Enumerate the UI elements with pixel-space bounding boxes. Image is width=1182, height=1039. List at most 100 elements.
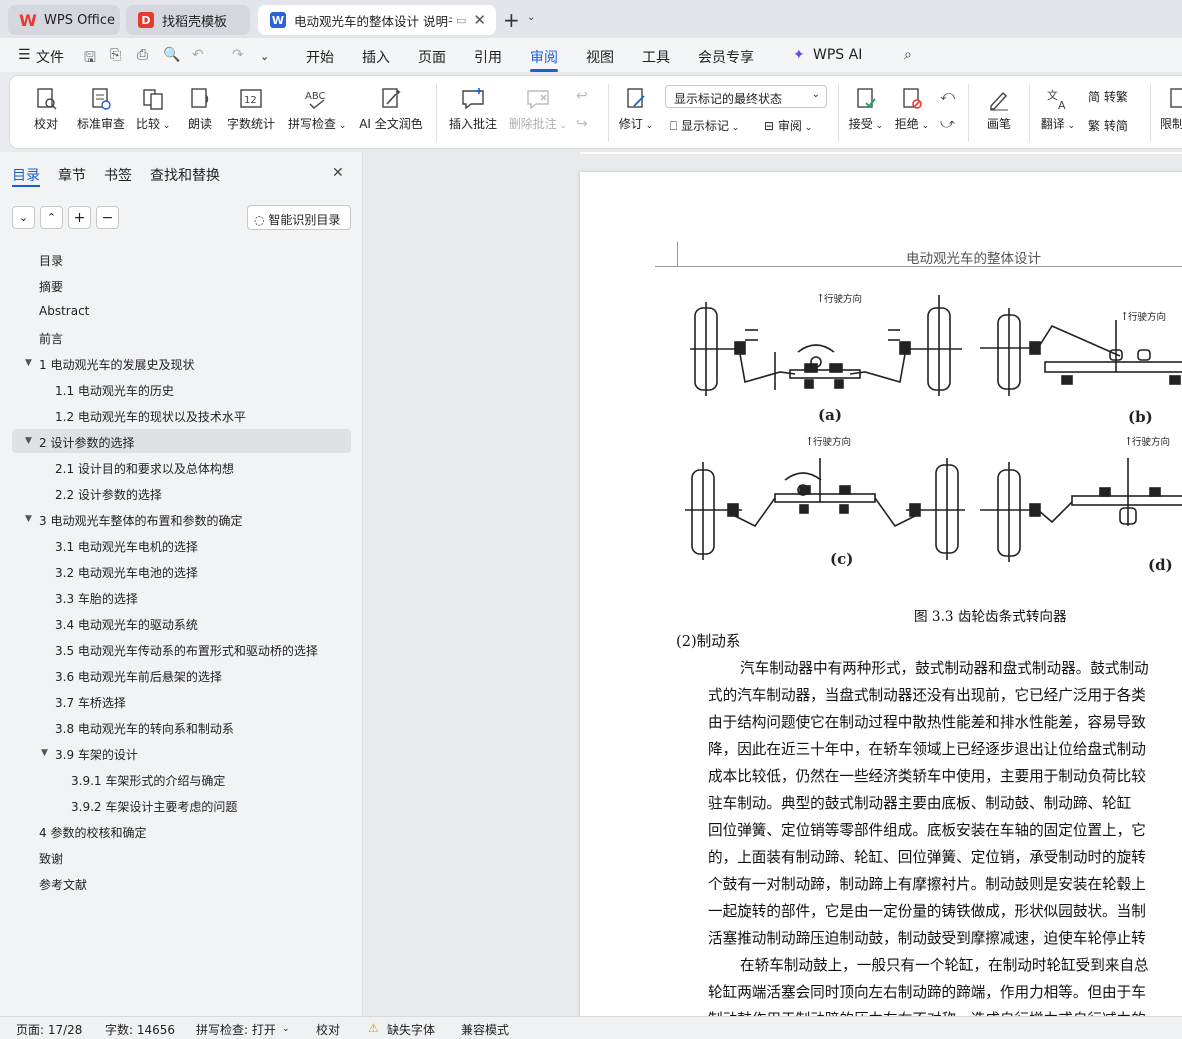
toc-item[interactable]: 参考文献	[0, 871, 363, 895]
menu-view[interactable]: 视图	[586, 47, 614, 67]
next-comment-icon[interactable]: ↪	[576, 116, 588, 132]
to-traditional-button[interactable]: 简 转繁	[1088, 88, 1128, 105]
menu-member[interactable]: 会员专享	[698, 47, 754, 67]
chevron-down-icon[interactable]: ⌄	[527, 12, 535, 23]
collapse-up-button[interactable]: ⌃	[40, 206, 63, 229]
wps-ai-icon[interactable]: ✦	[793, 47, 805, 63]
toc-item[interactable]: ▼ 3 电动观光车整体的布置和参数的确定	[0, 507, 363, 531]
toc-item[interactable]: ▼ 2 设计参数的选择	[12, 429, 351, 453]
tab-wps-office[interactable]: W WPS Office	[8, 5, 120, 35]
tab-chapter[interactable]: 章节	[58, 165, 86, 185]
toc-item[interactable]: 前言	[0, 325, 363, 349]
redo-icon[interactable]: ↷	[232, 47, 244, 63]
word-count-indicator[interactable]: 字数: 14656	[105, 1021, 175, 1038]
smart-toc-icon: ◌	[254, 213, 265, 227]
export-icon[interactable]: ⎘	[110, 47, 121, 63]
proofread-button[interactable]: 校对	[32, 86, 60, 132]
toc-item[interactable]: 3.5 电动观光车传动系的布置形式和驱动桥的选择	[0, 637, 363, 661]
menu-start[interactable]: 开始	[306, 47, 334, 67]
undo-icon[interactable]: ↶	[192, 47, 204, 63]
toc-item[interactable]: 2.1 设计目的和要求以及总体构想	[0, 455, 363, 479]
markup-state-select[interactable]: 显示标记的最终状态 ⌄	[665, 85, 827, 108]
ribbon-separator	[838, 84, 839, 142]
toc-item[interactable]: 3.2 电动观光车电池的选择	[0, 559, 363, 583]
toc-item[interactable]: 3.1 电动观光车电机的选择	[0, 533, 363, 557]
menu-reference[interactable]: 引用	[474, 47, 502, 67]
toc-item[interactable]: 3.3 车胎的选择	[0, 585, 363, 609]
word-count-button[interactable]: 12 字数统计	[226, 86, 276, 132]
translate-button[interactable]: 文A 翻译 ⌄	[1040, 86, 1076, 132]
review-pane-button[interactable]: ⊟ 审阅 ⌄	[764, 117, 812, 134]
new-tab-icon[interactable]: +	[503, 8, 520, 32]
menu-page[interactable]: 页面	[418, 47, 446, 67]
save-icon[interactable]: 🖫	[84, 47, 96, 71]
standard-review-button[interactable]: 标准审查	[76, 86, 126, 132]
tab-bookmark[interactable]: 书签	[104, 165, 132, 185]
toc-item[interactable]: 3.9.2 车架设计主要考虑的问题	[0, 793, 363, 817]
insert-comment-button[interactable]: 插入批注	[448, 86, 498, 132]
pen-icon	[986, 86, 1012, 112]
tab-docer-template[interactable]: D 找稻壳模板	[126, 5, 250, 35]
expand-down-button[interactable]: ⌄	[12, 206, 35, 229]
previous-change-icon[interactable]: ⤺	[940, 88, 955, 104]
menu-insert[interactable]: 插入	[362, 47, 390, 67]
reject-button[interactable]: 拒绝 ⌄	[894, 86, 930, 132]
toc-item[interactable]: 2.2 设计参数的选择	[0, 481, 363, 505]
spell-check-status[interactable]: 拼写检查: 打开	[196, 1021, 276, 1038]
add-heading-button[interactable]: +	[68, 206, 91, 229]
tab-document[interactable]: W 电动观光车的整体设计 说明书 ▭ ✕	[258, 5, 496, 35]
toc-item[interactable]: 致谢	[0, 845, 363, 869]
expand-arrow-icon[interactable]: ▼	[25, 436, 32, 446]
smart-toc-button[interactable]: ◌ 智能识别目录	[247, 205, 351, 230]
spell-check-button[interactable]: ABC 拼写检查 ⌄	[288, 86, 346, 132]
previous-comment-icon[interactable]: ↩	[576, 88, 588, 104]
menu-tools[interactable]: 工具	[642, 47, 670, 67]
tab-find-replace[interactable]: 查找和替换	[150, 165, 220, 185]
close-tab-icon[interactable]: ✕	[473, 11, 486, 29]
toc-item[interactable]: 3.4 电动观光车的驱动系统	[0, 611, 363, 635]
menu-review[interactable]: 审阅	[530, 47, 558, 67]
missing-font-status[interactable]: 缺失字体	[387, 1021, 435, 1038]
toc-item[interactable]: Abstract	[0, 299, 363, 323]
menu-wps-ai[interactable]: WPS AI	[813, 47, 862, 63]
track-changes-button[interactable]: 修订 ⌄	[618, 86, 654, 132]
show-markup-button[interactable]: ⎕ 显示标记 ⌄	[670, 117, 739, 134]
print-preview-icon[interactable]: 🔍	[163, 47, 180, 63]
expand-arrow-icon[interactable]: ▼	[41, 748, 48, 758]
toc-item[interactable]: ▼ 3.9 车架的设计	[0, 741, 363, 765]
pen-button[interactable]: 画笔	[984, 86, 1014, 132]
close-pane-icon[interactable]: ✕	[332, 165, 344, 181]
expand-arrow-icon[interactable]: ▼	[25, 358, 32, 368]
print-icon[interactable]: ⎙	[137, 47, 148, 63]
toc-item[interactable]: 4 参数的校核和确定	[0, 819, 363, 843]
delete-comment-button[interactable]: 删除批注 ⌄	[508, 86, 568, 132]
to-simplified-button[interactable]: 繁 转简	[1088, 117, 1128, 134]
toc-item[interactable]: 3.9.1 车架形式的介绍与确定	[0, 767, 363, 791]
menu-file[interactable]: 文件	[36, 47, 64, 67]
proofread-status[interactable]: 校对	[316, 1021, 340, 1038]
next-change-icon[interactable]: ⤻	[940, 116, 955, 132]
toc-item[interactable]: 3.6 电动观光车前后悬架的选择	[0, 663, 363, 687]
toc-item[interactable]: ▼ 1 电动观光车的发展史及现状	[0, 351, 363, 375]
toc-item[interactable]: 1.2 电动观光车的现状以及技术水平	[0, 403, 363, 427]
hamburger-icon[interactable]: ☰	[18, 47, 31, 63]
page-indicator[interactable]: 页面: 17/28	[16, 1021, 82, 1038]
remove-heading-button[interactable]: −	[96, 206, 119, 229]
search-icon[interactable]: ⌕	[904, 47, 912, 63]
accept-button[interactable]: 接受 ⌄	[848, 86, 884, 132]
ai-polish-button[interactable]: ✦ AI 全文润色	[358, 86, 424, 132]
expand-arrow-icon[interactable]: ▼	[25, 514, 32, 524]
toc-item[interactable]: 3.8 电动观光车的转向系和制动系	[0, 715, 363, 739]
restrict-button[interactable]: 限制	[1160, 86, 1182, 132]
more-chevron-icon[interactable]: ⌄	[260, 50, 269, 63]
toc-item[interactable]: 1.1 电动观光车的历史	[0, 377, 363, 401]
toc-item[interactable]: 摘要	[0, 273, 363, 297]
read-aloud-button[interactable]: 朗读	[186, 86, 214, 132]
tab-toc[interactable]: 目录	[12, 165, 40, 185]
toc-item[interactable]: 3.7 车桥选择	[0, 689, 363, 713]
document-area[interactable]: 电动观光车的整体设计 ↑ 行驶方向 ↑ 行驶方向 ↑ 行驶方向 ↑ 行驶方向 (…	[364, 152, 1182, 1016]
document-page[interactable]: 电动观光车的整体设计 ↑ 行驶方向 ↑ 行驶方向 ↑ 行驶方向 ↑ 行驶方向 (…	[580, 172, 1182, 1016]
toc-item[interactable]: 目录	[0, 247, 363, 271]
read-aloud-icon	[187, 86, 213, 112]
compare-button[interactable]: 比较 ⌄	[136, 86, 170, 132]
